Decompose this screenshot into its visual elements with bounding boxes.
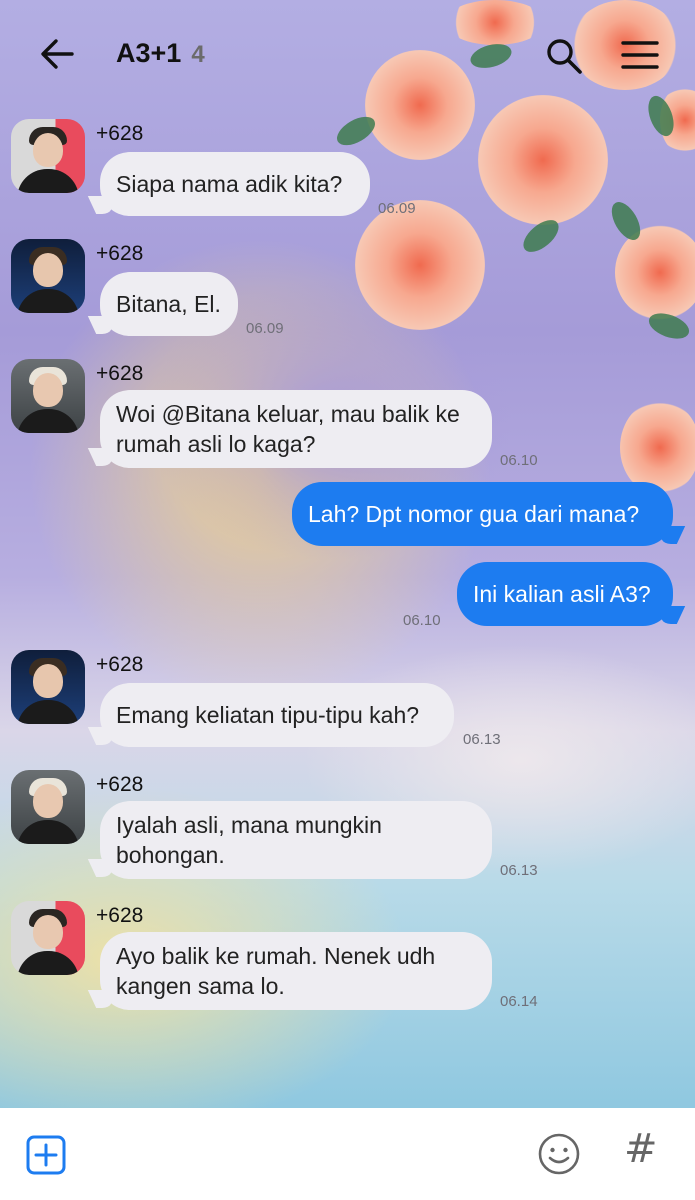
menu-icon xyxy=(621,41,659,69)
message-bubble[interactable]: Ayo balik ke rumah. Nenek udh kangen sam… xyxy=(100,932,492,1010)
avatar[interactable] xyxy=(11,239,85,313)
message-text: Lah? Dpt nomor gua dari mana? xyxy=(308,501,640,527)
member-count: 4 xyxy=(191,41,205,68)
message-text: Bitana, El. xyxy=(116,291,221,317)
message-time: 06.09 xyxy=(378,200,416,217)
flower-decoration xyxy=(355,200,485,330)
message-bubble[interactable]: Bitana, El. xyxy=(100,272,238,336)
message-line: Iyalah asli, mana mungkin xyxy=(116,812,382,838)
sender-name: +628 xyxy=(96,773,144,796)
avatar[interactable] xyxy=(11,650,85,724)
message-time: 06.13 xyxy=(500,862,538,879)
flower-decoration xyxy=(620,400,695,495)
message-line: Ayo balik ke rumah. Nenek udh xyxy=(116,943,436,969)
message-time: 06.09 xyxy=(246,320,284,337)
chat-header: A3+1 4 xyxy=(0,0,695,108)
message-text: Emang keliatan tipu-tipu kah? xyxy=(116,702,420,728)
message-line: Woi @Bitana keluar, mau balik ke xyxy=(116,401,460,427)
message-text: Ayo balik ke rumah. Nenek udh kangen sam… xyxy=(116,941,435,1001)
message-bubble[interactable]: Siapa nama adik kita? xyxy=(100,152,370,216)
sender-name: +628 xyxy=(96,242,144,265)
message-bubble-outgoing[interactable]: Lah? Dpt nomor gua dari mana? xyxy=(292,482,673,546)
avatar[interactable] xyxy=(11,119,85,193)
add-icon xyxy=(26,1135,66,1175)
message-time: 06.14 xyxy=(500,993,538,1010)
message-text: Iyalah asli, mana mungkin bohongan. xyxy=(116,810,382,870)
emoji-icon xyxy=(538,1133,580,1175)
flower-decoration xyxy=(615,225,695,320)
message-bubble[interactable]: Iyalah asli, mana mungkin bohongan. xyxy=(100,801,492,879)
message-bubble-outgoing[interactable]: Ini kalian asli A3? xyxy=(457,562,673,626)
message-line: bohongan. xyxy=(116,842,225,868)
message-bubble[interactable]: Emang keliatan tipu-tipu kah? xyxy=(100,683,454,747)
sender-name: +628 xyxy=(96,904,144,927)
avatar[interactable] xyxy=(11,770,85,844)
search-icon xyxy=(547,39,582,74)
emoji-button[interactable] xyxy=(537,1132,581,1176)
message-time: 06.10 xyxy=(403,612,441,629)
chat-title[interactable]: A3+1 4 xyxy=(116,38,205,69)
group-name: A3+1 xyxy=(116,38,182,68)
add-button[interactable] xyxy=(26,1135,66,1175)
leaf-decoration xyxy=(645,308,693,344)
message-time: 06.13 xyxy=(463,731,501,748)
hash-icon[interactable]: # xyxy=(624,1126,658,1172)
back-arrow-icon xyxy=(41,39,74,69)
menu-button[interactable] xyxy=(620,38,660,72)
message-text: Woi @Bitana keluar, mau balik ke rumah a… xyxy=(116,399,460,459)
message-bubble[interactable]: Woi @Bitana keluar, mau balik ke rumah a… xyxy=(100,390,492,468)
message-time: 06.10 xyxy=(500,452,538,469)
message-line: rumah asli lo kaga? xyxy=(116,431,316,457)
sender-name: +628 xyxy=(96,122,144,145)
message-text: Siapa nama adik kita? xyxy=(116,171,343,197)
sender-name: +628 xyxy=(96,653,144,676)
avatar[interactable] xyxy=(11,359,85,433)
sender-name: +628 xyxy=(96,362,144,385)
back-button[interactable] xyxy=(38,36,78,72)
avatar[interactable] xyxy=(11,901,85,975)
message-text: Ini kalian asli A3? xyxy=(473,581,651,607)
flower-decoration xyxy=(478,95,608,225)
search-button[interactable] xyxy=(544,36,584,76)
input-bar: # xyxy=(0,1108,695,1200)
message-line: kangen sama lo. xyxy=(116,973,285,999)
